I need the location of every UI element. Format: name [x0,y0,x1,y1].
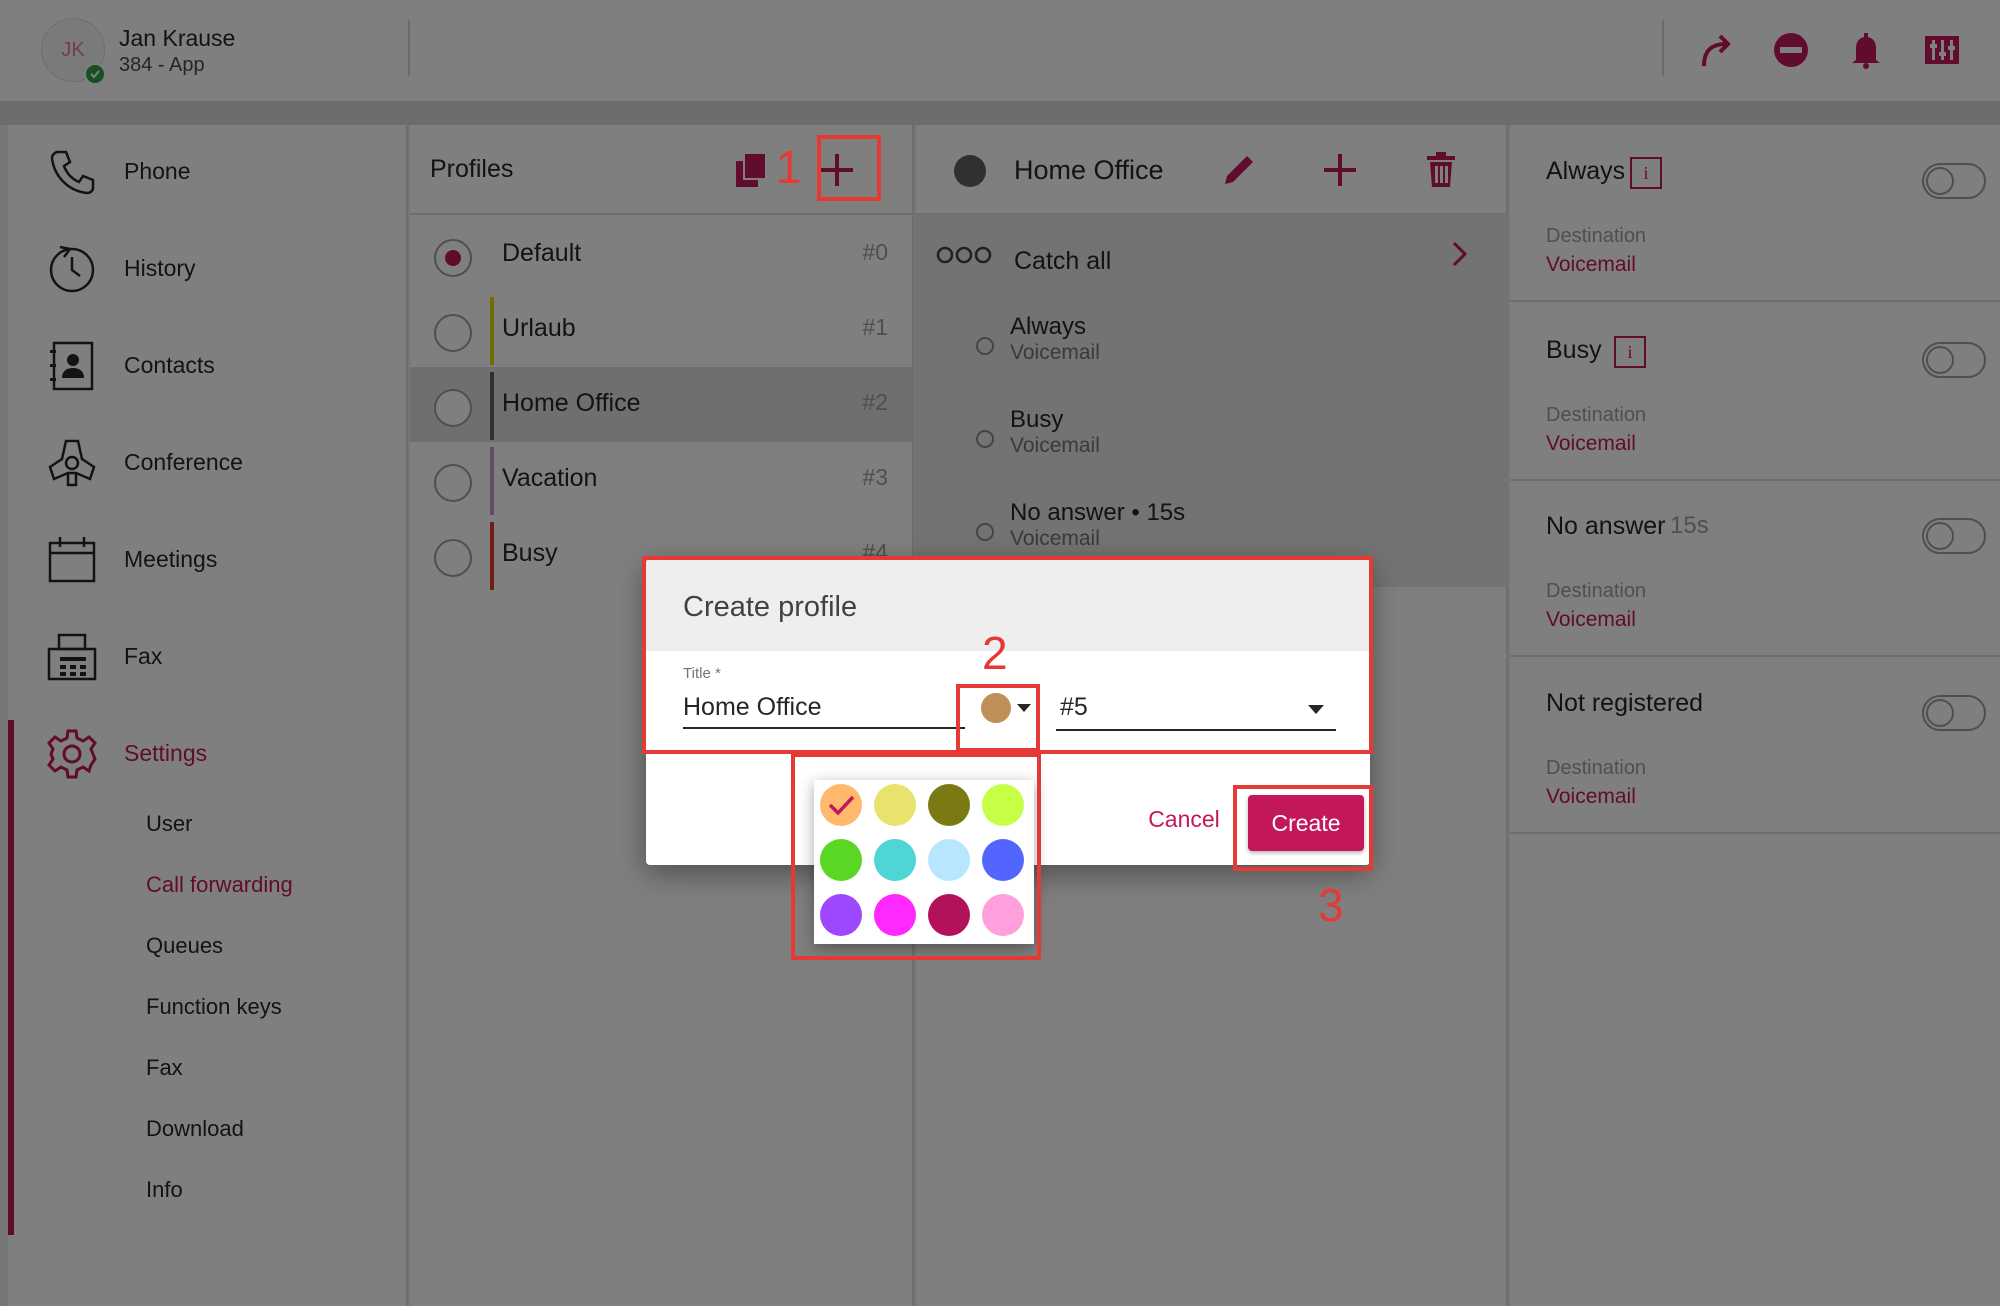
color-swatch[interactable] [928,839,970,881]
color-swatch[interactable] [820,839,862,881]
dialog-title: Create profile [683,591,858,623]
create-button[interactable]: Create [1248,795,1364,851]
step-number: 1 [776,141,802,193]
color-swatch[interactable] [982,784,1024,826]
step-number: 2 [982,627,1008,679]
dialog-header: Create profile [646,559,1370,651]
color-swatch[interactable] [982,894,1024,936]
color-swatch[interactable] [874,839,916,881]
caret-down-icon [1308,705,1324,714]
color-swatch[interactable] [874,784,916,826]
color-swatch[interactable] [928,894,970,936]
color-swatch[interactable] [820,894,862,936]
number-value: #5 [1060,693,1088,721]
number-select[interactable]: #5 [1056,687,1336,731]
cancel-button[interactable]: Cancel [1124,797,1244,841]
caret-down-icon [1017,704,1031,712]
title-field-label: Title * [683,665,721,682]
color-swatch[interactable] [928,784,970,826]
step-number: 3 [1318,879,1344,931]
color-swatch-selected[interactable] [820,784,862,826]
color-swatch[interactable] [874,894,916,936]
color-swatch[interactable] [982,839,1024,881]
color-palette [814,780,1034,944]
color-select[interactable] [966,685,1046,731]
title-input[interactable] [683,687,965,729]
selected-color-swatch [981,693,1011,723]
check-icon [828,795,855,816]
